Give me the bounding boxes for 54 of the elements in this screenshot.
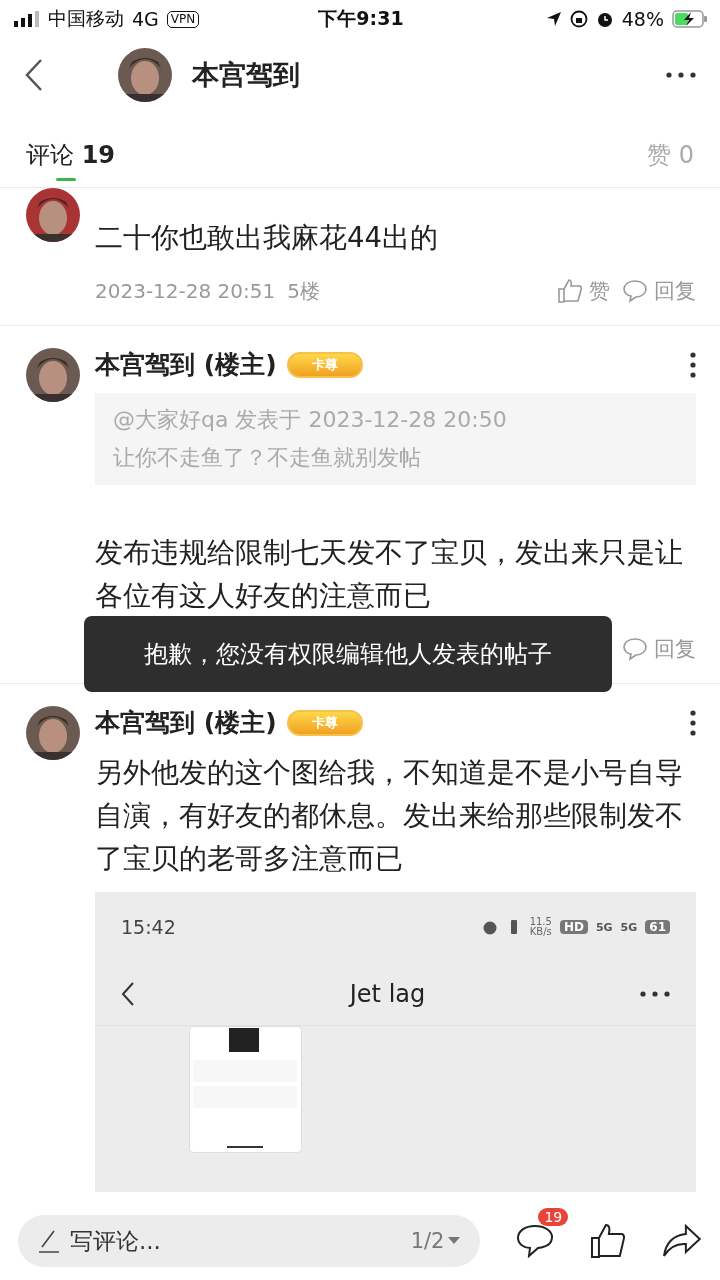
avatar[interactable] [26, 188, 80, 242]
back-icon[interactable] [24, 58, 44, 92]
comment-text: 发布违规给限制七天发不了宝贝，发出来只是让各位有这人好友的注意而已 [95, 535, 684, 613]
thumbs-up-icon[interactable] [590, 1223, 627, 1259]
rotation-lock-icon [569, 10, 588, 28]
author-name[interactable]: 本宫驾到 (楼主) [95, 348, 277, 381]
tab[interactable]: 评论 19 [26, 139, 116, 179]
hd-indicator: HD [559, 920, 588, 934]
alarm-icon [481, 919, 498, 935]
more-icon[interactable] [690, 709, 696, 736]
embedded-screenshot[interactable]: 15:42 11.5 KB/s HD 5G 5G 61 Jet lag [95, 892, 696, 1192]
caret-icon [448, 1237, 461, 1245]
page-selector[interactable]: 1/2 [410, 1229, 461, 1253]
avatar[interactable] [118, 48, 172, 102]
permission-toast: 抱歉，您没有权限编辑他人发表的帖子 [84, 616, 612, 692]
network-type: 4G [132, 8, 159, 30]
screenshot-title: Jet lag [347, 979, 427, 1008]
speech-bubble-icon [622, 637, 648, 661]
battery-level: 61 [645, 920, 670, 934]
comment-count-badge: 19 [538, 1208, 569, 1226]
comment-icon[interactable] [516, 1224, 555, 1258]
floor-number: 5楼 [287, 277, 320, 305]
author-name[interactable]: 本宫驾到 (楼主) [95, 706, 277, 739]
speech-bubble-icon [622, 279, 648, 303]
more-icon[interactable] [690, 351, 696, 378]
more-icon[interactable] [640, 990, 670, 997]
vpn-indicator: VPN [166, 10, 200, 28]
battery-percent: 48% [621, 8, 664, 30]
comment-input[interactable]: 写评论... 1/2 [18, 1215, 481, 1267]
comment-text: 另外他发的这个图给我，不知道是不是小号自导自演，有好友的都休息。发出来给那些限制发不了宝贝的老哥多注意而已 [95, 755, 684, 876]
network-speed: 11.5 KB/s [529, 917, 552, 937]
share-icon[interactable] [662, 1224, 702, 1258]
back-icon [121, 980, 135, 1007]
page-title: 本宫驾到 [192, 58, 301, 92]
network-type: 5G [595, 920, 613, 934]
alarm-icon [595, 10, 614, 28]
more-icon[interactable] [666, 72, 696, 78]
location-icon [545, 11, 562, 27]
avatar[interactable] [26, 348, 80, 402]
comment-text: 二十你也敢出我麻花44出的 [95, 220, 439, 255]
thumbs-up-icon [557, 278, 583, 304]
quote-text: 让你不走鱼了？不走鱼就别发帖 [113, 445, 422, 471]
pen-icon [38, 1229, 60, 1253]
carrier-name: 中国移动 [48, 6, 124, 31]
screenshot-time: 15:42 [121, 916, 176, 938]
signal-icon [14, 11, 40, 27]
avatar[interactable] [26, 706, 80, 760]
comment-placeholder: 写评论... [70, 1226, 162, 1256]
rank-badge: 卡尊 [286, 351, 363, 378]
comment-time: 2023-12-28 20:51 [95, 279, 276, 303]
clock: 下午9:31 [317, 6, 405, 31]
network-type: 5G [620, 920, 638, 934]
quote-source: @大家好qa 发表于 2023-12-28 20:50 [113, 407, 508, 433]
rank-badge: 卡尊 [286, 709, 363, 736]
